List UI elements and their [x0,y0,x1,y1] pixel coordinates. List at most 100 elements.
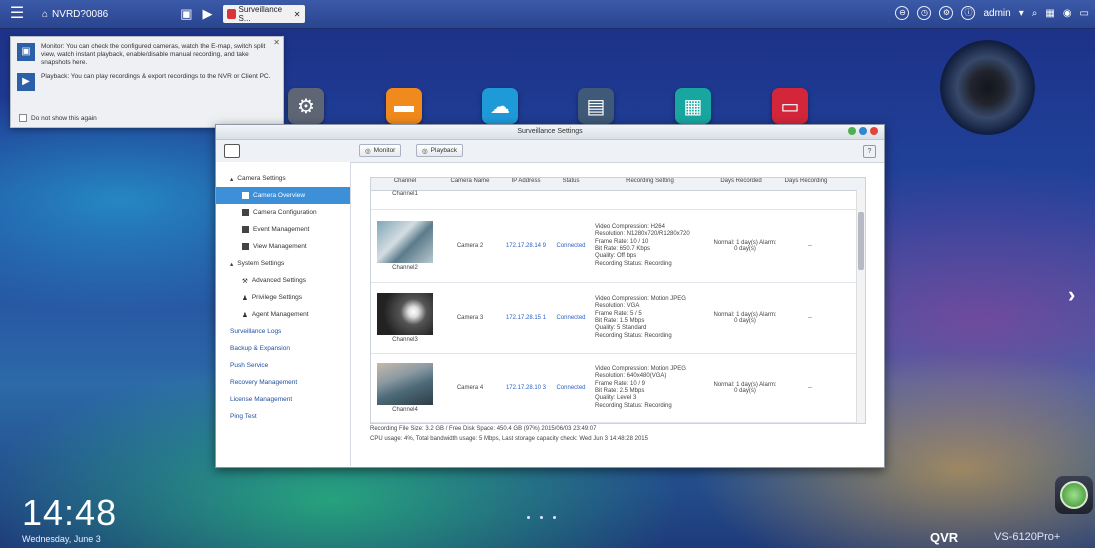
camera-name: Camera 2 [456,243,484,249]
sidebar-item-push-service[interactable]: Push Service [216,357,350,374]
search-icon-2[interactable]: ⌕ [1032,8,1038,19]
user-menu[interactable]: admin [983,8,1010,19]
playback-button[interactable]: ◎ Playback [416,144,464,157]
dashboard-icon[interactable]: ◉ [1063,8,1072,19]
col-channel[interactable]: Channel [371,178,439,190]
help-button[interactable]: ? [863,145,876,158]
next-page-icon[interactable]: › [1068,282,1075,308]
table-row[interactable]: Channel2 Camera 2 172.17.28.14 9 Connect… [371,210,865,283]
sidebar-item-ping-test[interactable]: Ping Test [216,408,350,425]
collapse-icon: ▴ [230,175,234,183]
camera-thumbnail[interactable] [377,363,433,405]
wrench-icon: ⚒ [242,277,248,285]
page-indicator[interactable] [527,516,556,519]
table-scrollbar[interactable] [856,190,865,423]
sidebar-item-label: License Management [230,396,293,403]
days-recorded: Normal: 1 day(s) Alarm: 0 day(s) [713,240,777,252]
system-status: CPU usage: 4%, Total bandwidth usage: 5 … [370,436,648,442]
view-icon [242,243,249,250]
desktop-date: Wednesday, June 3 [22,534,101,544]
sidebar-item-privilege-settings[interactable]: ♟ Privilege Settings [216,289,350,306]
play-icon[interactable]: ▶ [203,6,213,22]
sidebar-item-camera-configuration[interactable]: Camera Configuration [216,204,350,221]
rec-line: Frame Rate: 10 / 9 [595,380,646,387]
camera-overview-panel: Channel Camera Name IP Address Status Re… [352,162,883,466]
brand-logo: QVR [930,530,959,545]
sidebar-item-label: Camera Overview [253,192,306,199]
ip-address-link[interactable]: 172.17.28.14 9 [501,243,551,249]
home-button[interactable]: ⌂ NVRD?0086 [42,9,108,20]
col-days-recording[interactable]: Days Recording [773,178,839,190]
taskbar-tab-surveillance[interactable]: Surveillance S... ✕ [222,5,305,23]
sidebar-item-surveillance-logs[interactable]: Surveillance Logs [216,323,350,340]
storage-status: Recording File Size: 3.2 GB / Free Disk … [370,426,597,432]
collapse-icon: ▴ [230,260,234,268]
scrollbar-thumb[interactable] [858,212,864,270]
col-days-recorded[interactable]: Days Recorded [709,178,773,190]
monitor-icon[interactable]: ▭ [1080,8,1089,19]
col-ip-address[interactable]: IP Address [501,178,551,190]
sidebar-item-event-management[interactable]: Event Management [216,221,350,238]
sidebar-item-camera-overview[interactable]: Camera Overview [216,187,350,204]
page-dot[interactable] [540,516,543,519]
chevron-down-icon[interactable]: ▾ [1019,8,1024,19]
monitor-icon: ◎ [365,147,371,155]
sidebar-item-label: Camera Configuration [253,209,317,216]
window-toolbar: ◎ Monitor ◎ Playback ? [216,140,884,163]
help-tooltip: ✕ ▣ Monitor: You can check the configure… [10,36,284,128]
file-station-icon[interactable]: ▬ [386,88,422,124]
sidebar-item-advanced-settings[interactable]: ⚒ Advanced Settings [216,272,350,289]
resource-monitor-widget[interactable] [1055,476,1093,514]
sidebar-item-view-management[interactable]: View Management [216,238,350,255]
minimize-icon[interactable] [848,127,856,135]
external-device-icon[interactable]: ⚙ [939,6,954,20]
page-dot[interactable] [553,516,556,519]
cloud-app-icon[interactable]: ☁ [482,88,518,124]
sidebar-item-system-settings[interactable]: ▴ System Settings [216,255,350,272]
col-camera-name[interactable]: Camera Name [439,178,501,190]
main-menu-icon[interactable]: ☰ [6,5,28,23]
sidebar-item-license-management[interactable]: License Management [216,391,350,408]
dont-show-again[interactable]: Do not show this again [19,114,97,122]
sidebar-item-agent-management[interactable]: ♟ Agent Management [216,306,350,323]
camera-thumbnail[interactable] [377,293,433,335]
rec-line: Quality: 5 Standard [595,325,647,332]
maximize-icon[interactable] [859,127,867,135]
table-row[interactable]: Channel3 Camera 3 172.17.28.15 1 Connect… [371,283,865,354]
camera-thumbnail[interactable] [377,221,433,263]
camera-config-icon [242,209,249,216]
background-task-icon[interactable]: ◷ [917,6,932,20]
page-dot[interactable] [527,516,530,519]
days-recording: -- [808,385,812,391]
sidebar-item-camera-settings[interactable]: ▴ Camera Settings [216,170,350,187]
channel-label: Channel2 [392,265,418,271]
window-titlebar[interactable]: Surveillance Settings [216,125,884,140]
col-status[interactable]: Status [551,178,591,190]
rec-line: Frame Rate: 10 / 10 [595,238,649,245]
col-recording-setting[interactable]: Recording Setting [591,178,709,190]
monitor-button[interactable]: ◎ Monitor [359,144,402,157]
dont-show-checkbox[interactable] [19,114,27,122]
show-desktop-icon[interactable]: ▣ [180,6,192,22]
close-icon[interactable]: ✕ [294,10,301,19]
ip-address-link[interactable]: 172.17.28.15 1 [501,315,551,321]
surveillance-app-icon[interactable]: ▭ [772,88,808,124]
search-icon[interactable]: ⊖ [895,6,910,20]
close-icon[interactable]: ✕ [273,38,280,47]
app-center-icon[interactable]: ▦ [675,88,711,124]
sidebar-item-backup-expansion[interactable]: Backup & Expansion [216,340,350,357]
ip-address-link[interactable]: 172.17.28.10 3 [501,385,551,391]
settings-app-icon[interactable]: ⚙ [288,88,324,124]
options-icon[interactable]: ▦ [1045,8,1054,19]
playback-icon: ◎ [422,147,428,155]
rec-line: Frame Rate: 5 / 5 [595,310,642,317]
media-app-icon[interactable]: ▤ [578,88,614,124]
settings-sidebar: ▴ Camera Settings Camera Overview Camera … [216,162,351,466]
sidebar-toggle-icon[interactable] [224,144,240,158]
table-row[interactable]: Channel4 Camera 4 172.17.28.10 3 Connect… [371,354,865,423]
table-header: Channel Camera Name IP Address Status Re… [371,178,865,191]
notification-icon[interactable]: ⓘ [961,6,976,20]
close-icon[interactable] [870,127,878,135]
sidebar-item-label: Surveillance Logs [230,328,282,335]
sidebar-item-recovery-management[interactable]: Recovery Management [216,374,350,391]
